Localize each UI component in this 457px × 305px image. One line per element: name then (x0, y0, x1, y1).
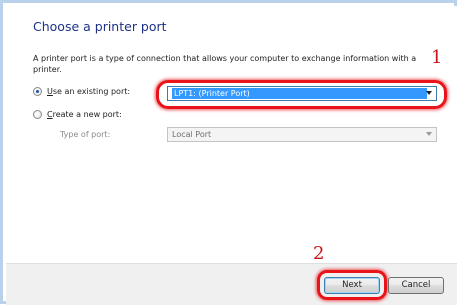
page-title: Choose a printer port (33, 19, 167, 34)
existing-port-label[interactable]: Use an existing port: (47, 87, 130, 96)
annotation-marker-1: 1 (431, 47, 443, 68)
existing-port-radio[interactable] (33, 87, 42, 96)
port-type-dropdown[interactable]: Local Port (167, 127, 437, 142)
port-type-label: Type of port: (60, 130, 111, 139)
chevron-down-icon[interactable] (426, 91, 432, 95)
add-printer-dialog (0, 0, 457, 305)
cancel-button[interactable]: Cancel (388, 277, 444, 294)
chevron-down-icon[interactable] (426, 132, 432, 136)
new-port-radio[interactable] (33, 110, 42, 119)
existing-port-option[interactable]: Use an existing port: (33, 87, 130, 96)
existing-port-value: LPT1: (Printer Port) (172, 88, 427, 99)
next-button[interactable]: Next (324, 277, 380, 294)
page-description: A printer port is a type of connection t… (33, 54, 417, 74)
new-port-option[interactable]: Create a new port: (33, 110, 122, 119)
existing-port-dropdown[interactable]: LPT1: (Printer Port) (167, 86, 437, 101)
annotation-marker-2: 2 (313, 243, 325, 264)
port-type-value: Local Port (172, 130, 212, 139)
new-port-label[interactable]: Create a new port: (47, 110, 122, 119)
